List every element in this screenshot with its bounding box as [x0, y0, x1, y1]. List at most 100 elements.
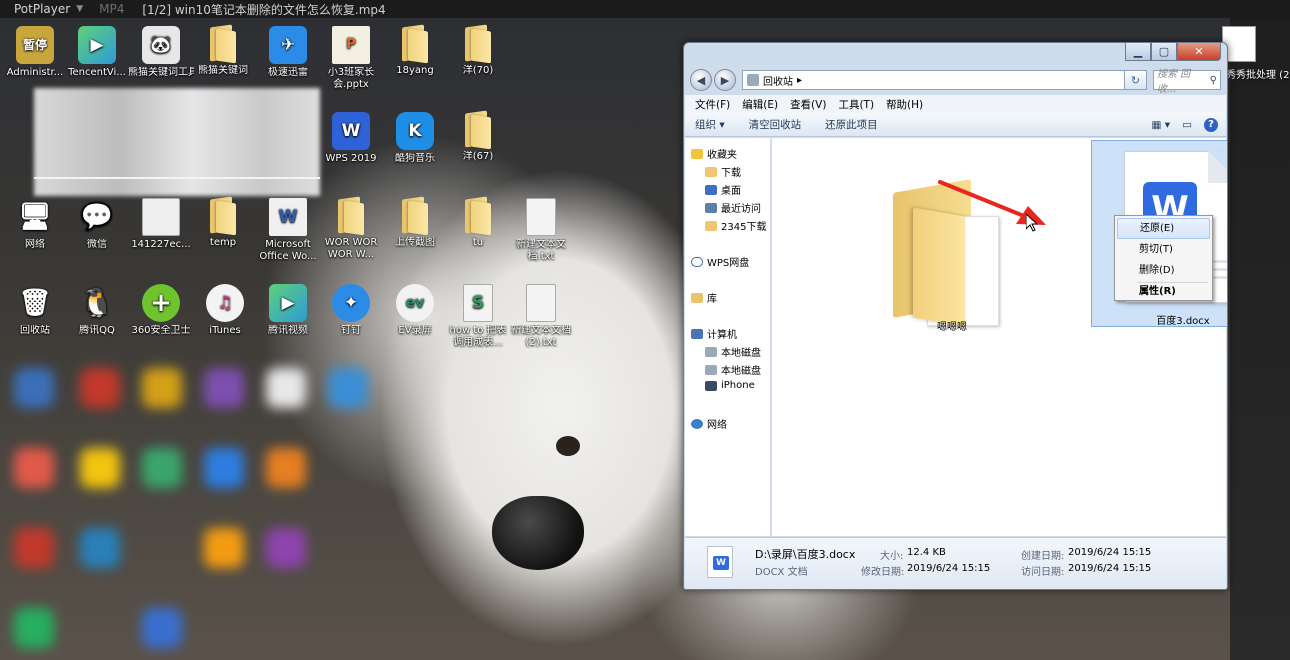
desktop-icon-dingtalk[interactable]: ✦ 钉钉	[318, 284, 384, 337]
context-properties[interactable]: 属性(R)	[1117, 281, 1210, 302]
desktop-icon-yang67[interactable]: 洋(67)	[445, 110, 511, 163]
help-icon[interactable]: ?	[1204, 117, 1218, 132]
desktop-icon-spreadsheet[interactable]: S how to 把表调用成表...	[445, 284, 511, 349]
nav-network[interactable]: 网络	[691, 416, 727, 431]
desktop-icon-temp[interactable]: temp	[190, 196, 256, 249]
desktop-icon-panda-tool[interactable]: 🐼 熊猫关键词工具.exe	[128, 26, 194, 79]
blurred-icon	[80, 528, 120, 568]
menu-help[interactable]: 帮助(H)	[886, 97, 923, 112]
close-button[interactable]: ✕	[1177, 43, 1221, 61]
nav-local-disk-1[interactable]: 本地磁盘	[705, 344, 761, 359]
nav-iphone[interactable]: iPhone	[705, 380, 755, 391]
menu-tools[interactable]: 工具(T)	[838, 97, 874, 112]
blurred-icon	[204, 528, 244, 568]
restore-item-button[interactable]: 还原此项目	[825, 117, 878, 132]
forward-button[interactable]: ▶	[714, 69, 736, 91]
desktop-icon-upload-screenshots[interactable]: 上传截图	[382, 196, 448, 249]
details-type: DOCX 文档	[755, 567, 808, 578]
desktop-icon-label-right: 秀秀批处理 (2	[1226, 70, 1290, 81]
blurred-icon	[142, 368, 182, 408]
tencent-video-icon: ▶	[78, 26, 116, 64]
blurred-icon	[14, 528, 54, 568]
details-size: 12.4 KB	[907, 547, 946, 558]
desktop-icon-recycle-bin[interactable]: 🗑 回收站	[2, 284, 68, 337]
context-cut[interactable]: 剪切(T)	[1117, 239, 1210, 260]
desktop-icon-tencent-video[interactable]: ▶ 腾讯视频	[255, 284, 321, 337]
desktop-icon-new-text-2[interactable]: 新建文本文档(2).txt	[508, 284, 574, 349]
menu-edit[interactable]: 编辑(E)	[742, 97, 778, 112]
desktop-icon-pptx[interactable]: P 小3班家长会.pptx	[318, 26, 384, 91]
blurred-icon	[142, 448, 182, 488]
nav-local-disk-2[interactable]: 本地磁盘	[705, 362, 761, 377]
organize-button[interactable]: 组织 ▾	[695, 117, 725, 132]
desktop-icon-wps[interactable]: W WPS 2019	[318, 112, 384, 165]
nav-desktop[interactable]: 桌面	[705, 182, 741, 197]
desktop-icon-image-file[interactable]: 141227ec...	[128, 198, 194, 251]
navigation-pane: 收藏夹 下载 桌面 最近访问 2345下载 WPS网盘 库 计算机 本地磁盘 本…	[685, 138, 771, 536]
desktop-icon-xunlei[interactable]: ✈ 极速迅雷	[255, 26, 321, 79]
blurred-icon	[14, 448, 54, 488]
spreadsheet-icon: S	[463, 284, 493, 322]
player-app-menu[interactable]: PotPlayer	[0, 2, 76, 16]
recent-places-icon	[705, 202, 717, 213]
star-icon	[691, 148, 703, 159]
search-icon[interactable]: ⚲	[1210, 75, 1217, 86]
desktop-icon-administrator[interactable]: 暂停 Administr...	[2, 26, 68, 79]
refresh-button[interactable]: ↻	[1125, 70, 1147, 90]
panda-icon: 🐼	[142, 26, 180, 64]
desktop-icon-tu[interactable]: tu	[445, 196, 511, 249]
blurred-icon	[204, 368, 244, 408]
player-format: MP4	[99, 2, 125, 16]
desktop-icon-itunes[interactable]: ♫ iTunes	[192, 284, 258, 337]
recycle-bin-window: ▁ ▢ ✕ ◀ ▶ 回收站 ▸ ↻ 搜索 回收... ⚲ 文件(F) 编辑(E)…	[683, 42, 1228, 590]
wechat-icon: 💬	[80, 202, 114, 232]
maximize-button[interactable]: ▢	[1151, 43, 1177, 61]
desktop-icon-kugou[interactable]: K 酷狗音乐	[382, 112, 448, 165]
breadcrumb[interactable]: 回收站	[763, 73, 793, 88]
desktop-icon-network[interactable]: 🖥 网络	[2, 198, 68, 251]
pptx-icon: P	[332, 26, 370, 64]
dingtalk-icon: ✦	[332, 284, 370, 322]
address-bar[interactable]: 回收站 ▸	[742, 70, 1125, 90]
desktop-icon-wechat[interactable]: 💬 微信	[64, 198, 130, 251]
desktop-icon-qq[interactable]: 🐧 腾讯QQ	[64, 284, 130, 337]
desktop-icon-yang70[interactable]: 洋(70)	[445, 24, 511, 77]
command-bar: 组织 ▾ 清空回收站 还原此项目 ▦ ▾ ▭ ?	[685, 113, 1226, 137]
breadcrumb-chevron-icon[interactable]: ▸	[797, 75, 802, 86]
desktop-icon-tencentvideo[interactable]: ▶ TencentVi...	[64, 26, 130, 79]
nav-downloads[interactable]: 下载	[705, 164, 741, 179]
desktop-icon-ev-recorder[interactable]: ev EV录屏	[382, 284, 448, 337]
desktop-icon-word[interactable]: W Microsoft Office Wo...	[255, 198, 321, 263]
wps-icon: W	[332, 112, 370, 150]
folder-icon	[705, 220, 717, 231]
docx-file-icon: W	[707, 546, 733, 578]
nav-wps-cloud[interactable]: WPS网盘	[691, 254, 749, 269]
nav-favorites[interactable]: 收藏夹	[691, 146, 737, 161]
desktop-icon-panda-folder[interactable]: 熊猫关键词	[190, 24, 256, 77]
menu-bar: 文件(F) 编辑(E) 查看(V) 工具(T) 帮助(H)	[685, 95, 1226, 113]
view-options-icon[interactable]: ▦ ▾	[1152, 119, 1171, 131]
blurred-icon	[266, 528, 306, 568]
empty-recycle-bin-button[interactable]: 清空回收站	[749, 117, 802, 132]
phone-icon	[705, 380, 717, 391]
blurred-icon	[266, 448, 306, 488]
nav-computer[interactable]: 计算机	[691, 326, 737, 341]
search-input[interactable]: 搜索 回收... ⚲	[1153, 69, 1221, 95]
minimize-button[interactable]: ▁	[1125, 43, 1151, 61]
menu-view[interactable]: 查看(V)	[790, 97, 826, 112]
menu-file[interactable]: 文件(F)	[695, 97, 730, 112]
context-delete[interactable]: 删除(D)	[1117, 260, 1210, 281]
desktop-icon-18yang[interactable]: 18yang	[382, 24, 448, 77]
nav-2345-downloads[interactable]: 2345下载	[705, 218, 766, 233]
back-button[interactable]: ◀	[690, 69, 712, 91]
nav-library[interactable]: 库	[691, 290, 717, 305]
nav-recent[interactable]: 最近访问	[705, 200, 761, 215]
desktop-dark-edge	[1230, 18, 1290, 660]
folder-icon	[206, 24, 240, 64]
desktop-icon-360[interactable]: + 360安全卫士	[128, 284, 194, 337]
desktop-icon-new-text[interactable]: 新建文本文档.txt	[508, 198, 574, 263]
desktop-icon-wor[interactable]: WOR WOR WOR W...	[318, 196, 384, 261]
context-restore[interactable]: 还原(E)	[1117, 218, 1210, 239]
chevron-down-icon[interactable]: ▼	[76, 4, 83, 14]
preview-pane-icon[interactable]: ▭	[1182, 119, 1192, 131]
